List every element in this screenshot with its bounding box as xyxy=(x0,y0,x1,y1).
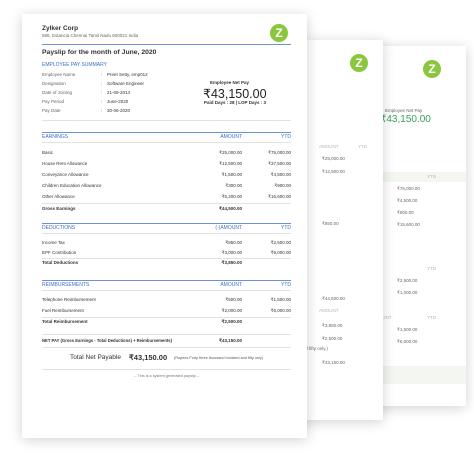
row-value: ₹1,500.00 xyxy=(397,327,418,332)
deductions-ytd-header: YTD xyxy=(281,225,291,231)
row-value: ₹75,000.00 xyxy=(397,186,420,191)
payslip-sheet: Zylker Corp 588, Estancia Chennai Tamil … xyxy=(22,14,307,438)
amount-header: AMOUNT xyxy=(319,144,339,149)
total-deductions-value: ₹3,850.00 xyxy=(221,260,242,265)
row-value: ₹12,500.00 xyxy=(322,169,345,174)
row-value: ₹4,500.00 xyxy=(397,198,418,203)
earnings-amount-header: AMOUNT xyxy=(220,134,242,140)
gross-earnings-label: Gross Earnings xyxy=(42,206,76,211)
row-value: ₹850.00 xyxy=(322,221,339,226)
total-deductions-label: Total Deductions xyxy=(42,260,79,265)
reimbursement-ytd: ₹1,500.00 xyxy=(270,297,291,302)
reimbursements-header: REIMBURSEMENTS xyxy=(42,282,90,288)
ytd-header: YTD xyxy=(427,174,436,179)
row-value: ₹2,500.00 xyxy=(322,336,343,341)
net-pay-value: ₹43,150.00 xyxy=(380,114,431,125)
summary-label: Designation xyxy=(42,81,66,86)
deductions-amount-header: (-)AMOUNT xyxy=(215,225,242,231)
ytd-header-2: YTD xyxy=(427,266,436,271)
row-value: ₹2,500.00 xyxy=(397,278,418,283)
summary-value: 30-06-2020 xyxy=(107,108,131,113)
net-pay-label: Employee Net Pay xyxy=(385,108,423,113)
earning-label: Conveyance Allowance xyxy=(42,172,89,177)
reimbursement-ytd: ₹6,000.00 xyxy=(270,308,291,313)
reimbursements-amount-header: AMOUNT xyxy=(220,282,242,288)
earning-label: House Rent Allowance xyxy=(42,161,88,166)
net-pay-label: Employee Net Pay xyxy=(210,80,250,85)
summary-label: Pay Period xyxy=(42,99,65,104)
earning-ytd: ₹37,500.00 xyxy=(268,161,291,166)
ytd-header: YTD xyxy=(358,144,367,149)
company-logo-icon: Z xyxy=(350,54,368,72)
amount-header-2: AMOUNT xyxy=(319,308,339,313)
row-value: ₹6,000.00 xyxy=(397,339,418,344)
deduction-ytd: ₹2,500.00 xyxy=(270,240,291,245)
system-generated-footer: -- This is a system generated payslip -- xyxy=(134,374,200,378)
summary-value: 21-09-2014 xyxy=(107,90,131,95)
net-pay-value: ₹43,150.00 xyxy=(203,87,267,101)
deduction-label: Income Tax xyxy=(42,240,65,245)
deductions-header: DEDUCTIONS xyxy=(42,225,76,231)
total-net-payable-value: ₹43,150.00 xyxy=(129,353,168,362)
net-pay-formula-value: ₹43,150.00 xyxy=(219,338,242,343)
reimbursements-ytd-header: YTD xyxy=(281,282,291,288)
reimbursement-label: Telephone Reimbursement xyxy=(42,297,96,302)
company-logo-icon: Z xyxy=(270,24,288,42)
deduction-ytd: ₹9,000.00 xyxy=(270,250,291,255)
reimbursement-label: Fuel Reimbursement xyxy=(42,308,84,313)
earning-ytd: ₹900.00 xyxy=(274,183,291,188)
summary-value: Preet Setty, emp012 xyxy=(107,72,148,77)
summary-label: Date of Joining xyxy=(42,90,73,95)
total-net-payable-label: Total Net Payable xyxy=(70,354,121,361)
company-address: 588, Estancia Chennai Tamil Nadu 600021 … xyxy=(42,33,139,38)
row-value: ₹1,000.00 xyxy=(397,290,418,295)
earning-label: Children Education Allowance xyxy=(42,183,102,188)
total-reimbursement-label: Total Reimbursement xyxy=(42,319,88,324)
row-value: ₹900.00 xyxy=(397,210,414,215)
payslip-title: Payslip for the month of June, 2020 xyxy=(42,49,157,56)
row-value: ₹15,600.00 xyxy=(397,222,420,227)
earning-label: Basic xyxy=(42,150,54,155)
earnings-ytd-header: YTD xyxy=(281,134,291,140)
ytd-header-3: YTD xyxy=(427,315,436,320)
net-pay-formula: NET PAY (Gross Earnings - Total Deductio… xyxy=(42,338,173,343)
row-value: ₹44,500.00 xyxy=(322,296,345,301)
earning-ytd: ₹15,600.00 xyxy=(268,194,291,199)
paid-days: Paid Days : 28 | LOP Days : 3 xyxy=(204,100,266,105)
earning-label: Other Allowance xyxy=(42,194,75,199)
summary-title: EMPLOYEE PAY SUMMARY xyxy=(42,62,107,68)
row-value: ₹25,000.00 xyxy=(322,156,345,161)
earning-ytd: ₹4,500.00 xyxy=(270,172,291,177)
earnings-header: EARNINGS xyxy=(42,134,69,140)
row-value: ₹3,850.00 xyxy=(322,323,343,328)
earning-ytd: ₹75,000.00 xyxy=(268,150,291,155)
row-value: ₹43,150.00 xyxy=(322,360,345,365)
company-logo-icon: Z xyxy=(423,60,441,78)
summary-value: Software Engineer xyxy=(107,81,145,86)
company-name: Zylker Corp xyxy=(42,25,79,32)
gross-earnings-value: ₹44,500.00 xyxy=(219,206,242,211)
payslip-sheet-back-2: Z AMOUNT YTD ₹25,000.00 ₹12,500.00 ₹850.… xyxy=(295,40,383,420)
summary-label: Pay Date xyxy=(42,108,61,113)
deduction-label: EPF Contribution xyxy=(42,250,77,255)
total-reimbursement-value: ₹2,500.00 xyxy=(221,319,242,324)
summary-label: Employee Name xyxy=(42,72,76,77)
total-net-payable-words: (Rupees Forty three thousand hundred and… xyxy=(174,356,264,360)
summary-value: June-2020 xyxy=(107,99,129,104)
